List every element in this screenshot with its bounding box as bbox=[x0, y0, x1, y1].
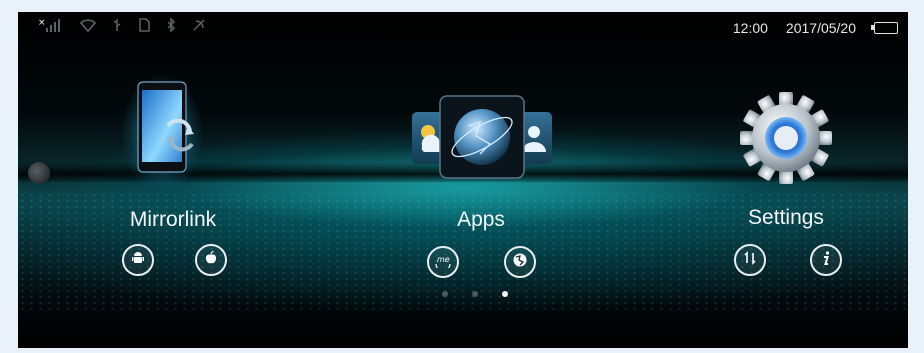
date: 2017/05/20 bbox=[785, 20, 856, 36]
mirrorlink-label: Mirrorlink bbox=[129, 208, 217, 231]
page-dot[interactable] bbox=[472, 291, 478, 297]
android-icon bbox=[130, 250, 146, 270]
page-dot[interactable] bbox=[442, 291, 448, 297]
apps-icon[interactable] bbox=[410, 92, 554, 188]
status-icons: × bbox=[38, 17, 206, 33]
apps-label: Apps bbox=[457, 208, 505, 231]
svg-text:me: me bbox=[437, 255, 450, 264]
status-right: 12:00 2017/05/20 bbox=[733, 20, 898, 36]
clock: 12:00 bbox=[732, 20, 768, 36]
mirrorlink-icon[interactable] bbox=[122, 74, 202, 194]
me-icon: me bbox=[433, 252, 453, 272]
info-button[interactable] bbox=[810, 244, 842, 276]
side-handle[interactable] bbox=[28, 162, 50, 184]
wifi-icon bbox=[79, 18, 97, 33]
settings-label: Settings bbox=[748, 206, 824, 229]
gear-icon[interactable] bbox=[738, 90, 834, 186]
apple-icon bbox=[203, 250, 219, 270]
globe-icon bbox=[512, 252, 528, 272]
apple-button[interactable] bbox=[195, 244, 227, 276]
me-button[interactable]: me bbox=[427, 246, 459, 278]
svg-text:×: × bbox=[38, 18, 46, 28]
bluetooth-icon bbox=[166, 17, 176, 33]
battery-icon bbox=[871, 22, 898, 34]
sd-card-icon bbox=[138, 18, 150, 32]
gps-icon bbox=[192, 18, 206, 32]
home-screen: × 12:00 2017/05/20 Mirrorlink Apps me Se… bbox=[18, 12, 908, 348]
info-icon bbox=[818, 250, 834, 270]
signal-icon: × bbox=[38, 18, 64, 32]
page-dot-active[interactable] bbox=[502, 291, 508, 297]
android-button[interactable] bbox=[122, 244, 154, 276]
globe-button[interactable] bbox=[504, 246, 536, 278]
sort-button[interactable] bbox=[734, 244, 766, 276]
sort-icon bbox=[742, 250, 758, 270]
page-indicator bbox=[442, 291, 508, 297]
usb-icon bbox=[112, 18, 122, 32]
